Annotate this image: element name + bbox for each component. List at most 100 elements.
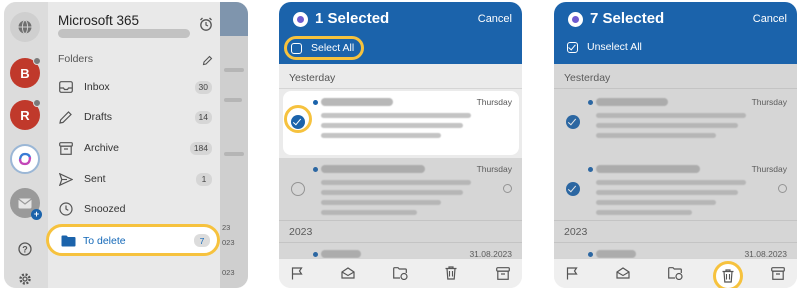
cancel-button[interactable]: Cancel xyxy=(478,13,512,25)
unread-dot xyxy=(313,100,318,105)
notification-dot xyxy=(33,99,41,107)
move-folder-icon[interactable] xyxy=(667,265,683,281)
sender-redacted xyxy=(321,165,425,173)
folder-to-delete[interactable]: To delete 7 xyxy=(46,224,220,256)
account-rail: B R + ? xyxy=(4,2,48,288)
email-date: Thursday xyxy=(476,97,512,107)
unselect-all-button[interactable]: Unselect All xyxy=(567,41,642,53)
email-row[interactable]: 31.08.2023 xyxy=(279,243,522,259)
sender-redacted xyxy=(321,98,393,106)
email-date: Thursday xyxy=(751,97,787,107)
email-row[interactable]: Thursday xyxy=(554,91,797,157)
unread-dot xyxy=(588,167,593,172)
select-all-button[interactable]: Select All xyxy=(284,36,364,60)
group-header: Yesterday xyxy=(564,72,611,84)
group-header: Yesterday xyxy=(289,72,336,84)
help-icon[interactable]: ? xyxy=(10,234,40,264)
select-all-label: Select All xyxy=(311,42,355,54)
folder-drafts[interactable]: Drafts 14 xyxy=(48,104,220,130)
selected-count-title: 7 Selected xyxy=(590,10,665,27)
folder-label: Drafts xyxy=(84,111,113,123)
selected-check-icon[interactable] xyxy=(566,182,580,196)
folder-inbox[interactable]: Inbox 30 xyxy=(48,74,220,100)
mail-add-icon[interactable]: + xyxy=(10,188,42,220)
email-row[interactable]: Thursday xyxy=(554,158,797,224)
account-avatar-b[interactable]: B xyxy=(10,57,41,88)
edit-icon[interactable] xyxy=(202,53,213,71)
archive-icon[interactable] xyxy=(770,265,786,281)
email-row[interactable]: 31.08.2023 xyxy=(554,243,797,259)
background-date: 23 xyxy=(222,223,231,232)
folder-icon xyxy=(61,234,76,252)
unread-dot xyxy=(313,167,318,172)
alarm-icon[interactable] xyxy=(198,16,214,37)
notification-dot xyxy=(33,57,41,65)
sender-redacted xyxy=(321,250,361,258)
background-date: 023 xyxy=(222,238,235,247)
folder-label: Archive xyxy=(84,142,120,154)
sender-redacted xyxy=(596,165,700,173)
email-row[interactable]: Thursday xyxy=(279,158,522,224)
folders-screen: B R + ? Microsoft 365 Folders Inbox 30 D… xyxy=(4,2,248,288)
folder-snoozed[interactable]: Snoozed xyxy=(48,196,220,222)
delete-icon[interactable] xyxy=(443,265,459,281)
folder-label: Sent xyxy=(84,173,106,185)
archive-icon[interactable] xyxy=(495,265,511,281)
action-toolbar xyxy=(554,258,797,288)
open-mail-icon[interactable] xyxy=(340,265,356,281)
unread-dot xyxy=(313,252,318,257)
folder-count: 1 xyxy=(196,172,212,186)
selected-count-title: 1 Selected xyxy=(315,10,390,27)
background-header xyxy=(220,2,248,36)
folder-count: 30 xyxy=(194,80,212,94)
globe-icon[interactable] xyxy=(10,12,40,42)
background-mail-list: 23 023 023 xyxy=(220,2,248,288)
selection-screen-one: 1 Selected Cancel Select All Yesterday T… xyxy=(279,2,522,288)
background-date: 023 xyxy=(222,268,235,277)
archive-icon xyxy=(58,140,74,156)
add-badge: + xyxy=(31,209,42,220)
copilot-icon[interactable] xyxy=(10,144,40,174)
inbox-icon xyxy=(58,79,74,95)
clock-icon xyxy=(58,201,74,217)
folder-archive[interactable]: Archive 184 xyxy=(48,135,220,161)
move-folder-icon[interactable] xyxy=(392,265,408,281)
unread-dot xyxy=(588,252,593,257)
sender-redacted xyxy=(596,250,636,258)
drafts-icon xyxy=(58,109,74,125)
account-title: Microsoft 365 xyxy=(58,13,140,28)
unread-dot xyxy=(588,100,593,105)
checked-box-icon xyxy=(567,41,578,53)
avatar-letter: B xyxy=(20,65,30,81)
account-email-redacted xyxy=(58,29,190,38)
selected-check-icon[interactable] xyxy=(566,115,580,129)
cancel-button[interactable]: Cancel xyxy=(753,13,787,25)
account-avatar-r[interactable]: R xyxy=(10,99,41,130)
settings-icon[interactable] xyxy=(10,264,40,288)
folder-count: 184 xyxy=(189,141,212,155)
sender-redacted xyxy=(596,98,668,106)
folders-section-label: Folders xyxy=(58,53,94,65)
selection-highlight-ring xyxy=(284,105,312,133)
folder-label: Inbox xyxy=(84,81,110,93)
unselected-circle-icon[interactable] xyxy=(291,182,305,196)
open-mail-icon[interactable] xyxy=(615,265,631,281)
email-row[interactable]: Thursday xyxy=(279,91,522,157)
folder-count: 7 xyxy=(194,234,210,247)
app-logo-icon xyxy=(568,12,583,27)
flag-icon[interactable] xyxy=(289,265,305,281)
folder-count: 14 xyxy=(194,110,212,124)
unselect-all-label: Unselect All xyxy=(587,41,642,53)
attachment-icon xyxy=(503,184,512,193)
svg-text:?: ? xyxy=(22,245,28,255)
email-date: Thursday xyxy=(476,164,512,174)
delete-button-highlighted[interactable] xyxy=(713,261,743,288)
folder-label: Snoozed xyxy=(84,203,126,215)
selection-header: 1 Selected Cancel Select All xyxy=(279,2,522,64)
attachment-icon xyxy=(778,184,787,193)
app-logo-icon xyxy=(293,12,308,27)
delete-icon xyxy=(722,269,734,288)
folder-sent[interactable]: Sent 1 xyxy=(48,166,220,192)
group-header: 2023 xyxy=(289,226,313,238)
flag-icon[interactable] xyxy=(564,265,580,281)
